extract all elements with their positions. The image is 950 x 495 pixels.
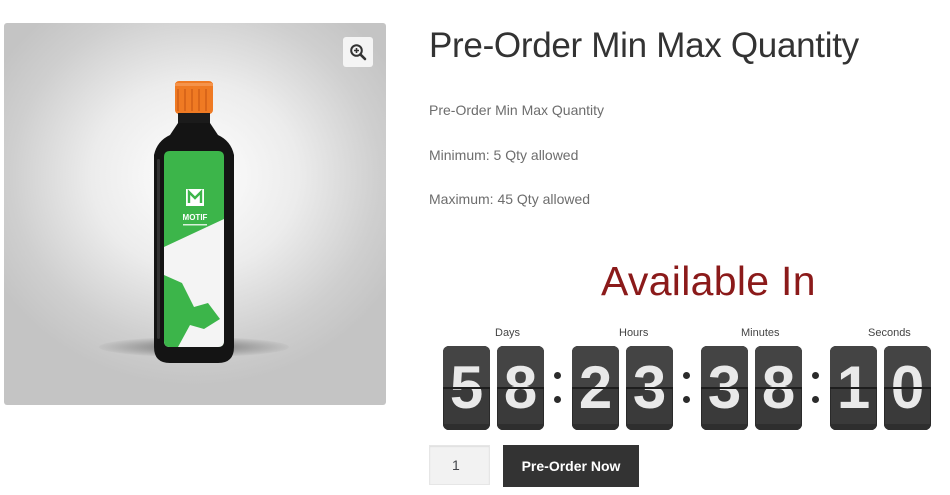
minimum-quantity-note: Minimum: 5 Qty allowed [429,147,579,163]
countdown-separator [682,366,690,410]
minutes-digit-2: 8 [755,346,802,430]
days-label: Days [495,327,521,339]
bottle-illustration: MOTIF [154,81,234,363]
countdown-separator [811,366,819,410]
product-description: Pre-Order Min Max Quantity [429,102,605,118]
days-digit-2: 8 [497,346,544,430]
minutes-label: Minutes [741,327,780,339]
seconds-label: Seconds [868,327,911,339]
product-title: Pre-Order Min Max Quantity [429,26,859,65]
brand-text: MOTIF [183,213,208,222]
minutes-digit-1: 3 [701,346,748,430]
pre-order-button[interactable]: Pre-Order Now [503,445,639,487]
countdown-heading: Available In [601,258,816,304]
magnifier-plus-icon [350,44,367,61]
hours-digit-2: 3 [626,346,673,430]
seconds-digit-2: 0 [884,346,931,430]
days-digit-1: 5 [443,346,490,430]
product-image[interactable]: MOTIF [4,23,386,405]
hours-label: Hours [619,327,649,339]
hours-digit-1: 2 [572,346,619,430]
countdown-separator [553,366,561,410]
quantity-input[interactable] [429,445,490,485]
maximum-quantity-note: Maximum: 45 Qty allowed [429,191,591,207]
zoom-button[interactable] [343,37,373,67]
seconds-digit-1: 1 [830,346,877,430]
